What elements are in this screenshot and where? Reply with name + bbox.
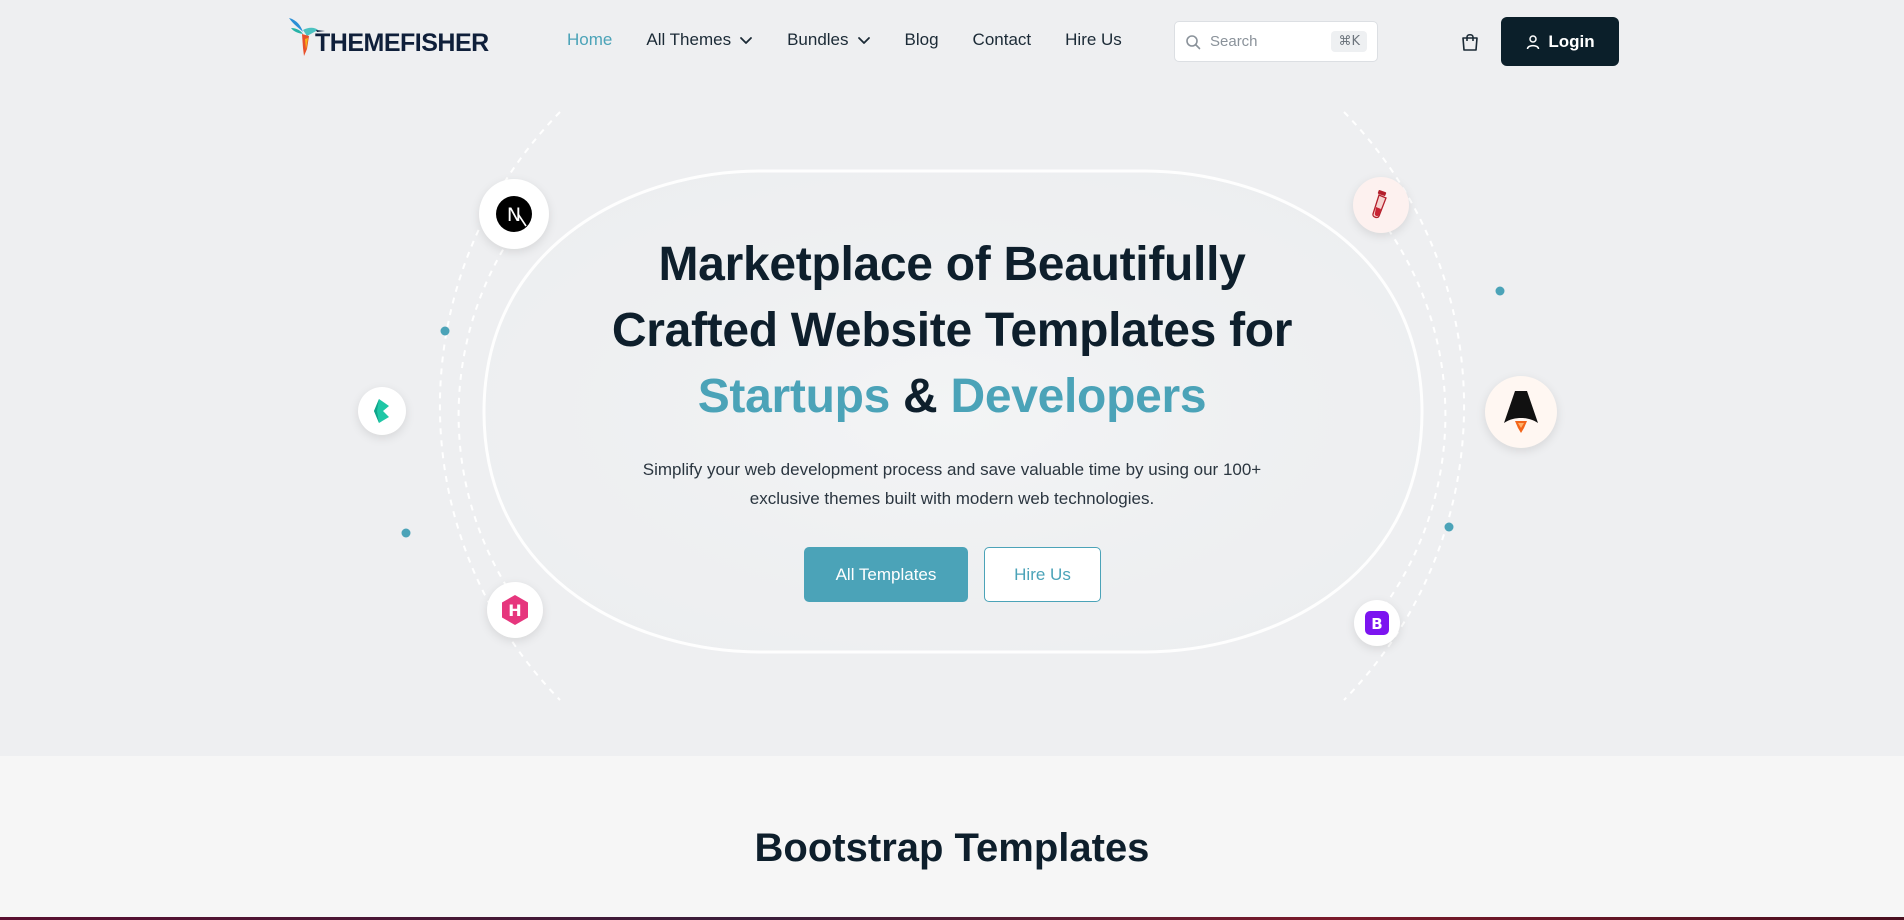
nav-item-hire-us[interactable]: Hire Us (1065, 30, 1122, 50)
nav-label: Blog (904, 30, 939, 49)
search-shortcut: ⌘K (1331, 31, 1367, 52)
search-box[interactable]: Search ⌘K (1174, 21, 1378, 62)
logo-text: THEMEFISHER (315, 29, 489, 57)
nav-item-blog[interactable]: Blog (905, 30, 939, 50)
hero-title: Marketplace of Beautifully Crafted Websi… (0, 232, 1904, 430)
hugo-icon: H (487, 582, 543, 638)
section-title: Bootstrap Templates (754, 826, 1150, 870)
svg-text:H: H (508, 601, 521, 620)
hero-title-line-2: Crafted Website Templates for (611, 304, 1293, 357)
nav-label: All Themes (646, 30, 732, 49)
login-label: Login (1548, 31, 1595, 51)
site-header: THEMEFISHER Home All Themes Bundles Blog… (0, 0, 1904, 84)
hero-title-line-1: Marketplace of Beautifully (658, 238, 1246, 291)
hero-subtitle: Simplify your web development process an… (0, 455, 1904, 513)
nav-item-home[interactable]: Home (567, 30, 612, 50)
nav-label: Hire Us (1065, 30, 1122, 49)
search-icon (1186, 34, 1201, 49)
search-placeholder: Search (1210, 33, 1258, 50)
hire-us-button[interactable]: Hire Us (984, 547, 1101, 602)
hero-title-startups: Startups (697, 370, 891, 423)
bootstrap-icon: B (1354, 600, 1400, 646)
cart-icon[interactable] (1459, 31, 1481, 53)
hero-title-developers: Developers (950, 370, 1207, 423)
nav-item-bundles[interactable]: Bundles (787, 30, 870, 50)
hero-subtitle-line-2: exclusive themes built with modern web t… (749, 489, 1155, 508)
nav-label: Home (567, 30, 613, 49)
main-nav: Home All Themes Bundles Blog Contact Hir… (567, 30, 1156, 50)
logo[interactable]: THEMEFISHER (285, 14, 489, 58)
chevron-down-icon (740, 37, 752, 44)
svg-text:B: B (1371, 615, 1382, 633)
test-tube-icon (1353, 177, 1409, 233)
all-templates-button[interactable]: All Templates (804, 547, 968, 602)
chevron-down-icon (857, 37, 870, 44)
user-icon (1527, 34, 1540, 49)
nav-label: Contact (972, 30, 1032, 49)
nav-item-contact[interactable]: Contact (973, 30, 1032, 50)
nav-item-all-themes[interactable]: All Themes (646, 30, 753, 50)
login-button[interactable]: Login (1501, 17, 1619, 66)
hero-subtitle-line-1: Simplify your web development process an… (642, 460, 1262, 479)
hero-title-ampersand: & (903, 370, 938, 423)
nav-label: Bundles (787, 30, 849, 49)
hero-section: N H B THEMEFISHER Home All Themes Bundle… (0, 0, 1904, 756)
